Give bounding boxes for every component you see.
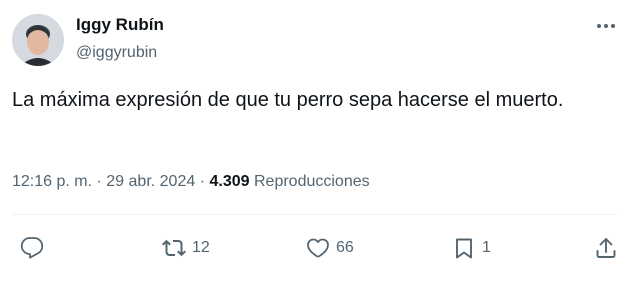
meta-separator: ·: [199, 173, 206, 190]
bookmark-icon: [456, 238, 472, 259]
author-handle[interactable]: @iggyrubin: [76, 43, 157, 63]
bookmark-button[interactable]: 1: [452, 234, 491, 262]
retweet-count: 12: [192, 239, 210, 256]
reply-button[interactable]: [20, 234, 50, 262]
reply-icon: [20, 237, 44, 259]
tweet-text: La máxima expresión de que tu perro sepa…: [12, 89, 564, 111]
more-options-button[interactable]: [592, 16, 620, 36]
author-name[interactable]: Iggy Rubín: [76, 14, 164, 36]
avatar[interactable]: [12, 14, 64, 66]
like-count: 66: [336, 239, 354, 256]
meta-separator: ·: [96, 173, 102, 190]
tweet-time[interactable]: 12:16 p. m.: [12, 173, 92, 190]
heart-icon: [307, 238, 329, 258]
like-button[interactable]: 66: [306, 234, 354, 262]
retweet-button[interactable]: 12: [162, 234, 210, 262]
more-horizontal-icon: [597, 24, 615, 28]
bookmark-count: 1: [482, 239, 491, 256]
retweet-icon: [162, 239, 186, 257]
views-label: Reproducciones: [253, 173, 370, 190]
divider: [12, 214, 618, 215]
share-button[interactable]: [594, 234, 618, 262]
tweet-meta: 12:16 p. m. · 29 abr. 2024 · 4.309 Repro…: [12, 170, 370, 194]
views-count: 4.309: [209, 173, 250, 190]
share-icon: [596, 238, 616, 258]
tweet-date[interactable]: 29 abr. 2024: [106, 173, 195, 190]
